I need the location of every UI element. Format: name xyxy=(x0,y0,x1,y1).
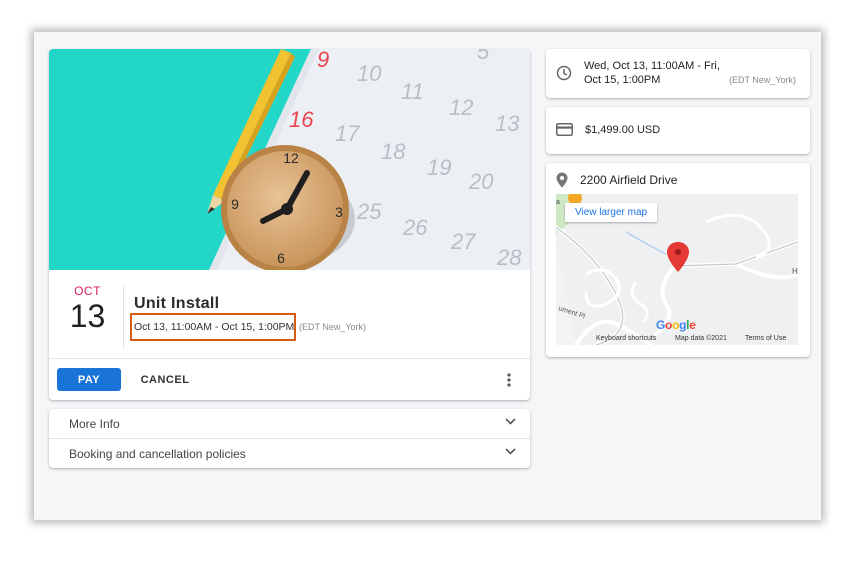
accordion-label: More Info xyxy=(69,416,120,431)
chevron-down-icon xyxy=(505,418,516,425)
accordion-booking-policies[interactable]: Booking and cancellation policies xyxy=(49,439,530,468)
event-date-badge: OCT 13 xyxy=(59,284,116,334)
event-title: Unit Install xyxy=(134,295,220,312)
app-frame: 9 10 11 12 13 5 16 17 18 19 20 25 26 27 … xyxy=(34,32,821,520)
keyboard-shortcuts-link[interactable]: Keyboard shortcuts xyxy=(596,335,656,342)
terms-of-use-link[interactable]: Terms of Use xyxy=(745,335,786,342)
calendar-number: 18 xyxy=(381,139,406,164)
accordion-more-info[interactable]: More Info xyxy=(49,409,530,438)
event-card: 9 10 11 12 13 5 16 17 18 19 20 25 26 27 … xyxy=(49,49,530,400)
clock-number: 3 xyxy=(335,204,343,220)
calendar-number: 27 xyxy=(450,229,476,254)
event-timezone: (EDT New_York) xyxy=(299,322,367,332)
calendar-number: 13 xyxy=(495,111,520,136)
time-highlight-box xyxy=(130,313,296,341)
time-line-1: Wed, Oct 13, 11:00AM - Fri, xyxy=(584,60,720,72)
calendar-number: 17 xyxy=(335,121,360,146)
cancel-button[interactable]: CANCEL xyxy=(133,368,197,391)
calendar-number: 9 xyxy=(317,49,329,72)
location-pin-icon xyxy=(556,172,568,188)
calendar-number: 25 xyxy=(356,199,382,224)
calendar-number: 5 xyxy=(477,49,490,64)
divider xyxy=(123,285,124,349)
clock-number: 9 xyxy=(231,196,239,212)
credit-card-icon xyxy=(556,123,573,136)
clock-icon xyxy=(556,65,572,81)
map-footer: Keyboard shortcuts Map data ©2021 Terms … xyxy=(556,333,798,345)
map-data-credit: Map data ©2021 xyxy=(675,335,727,342)
info-accordion: More Info Booking and cancellation polic… xyxy=(49,409,530,468)
divider xyxy=(49,358,530,359)
calendar-number: 16 xyxy=(289,107,314,132)
calendar-number: 26 xyxy=(402,215,428,240)
map-street-label: H xyxy=(792,267,798,276)
time-line-2: Oct 15, 1:00PM xyxy=(584,74,661,86)
time-timezone: (EDT New_York) xyxy=(728,75,796,85)
price-value: $1,499.00 USD xyxy=(585,124,661,136)
map-edge-label: a xyxy=(556,199,560,206)
more-vert-icon xyxy=(507,372,511,387)
calendar-number: 20 xyxy=(468,169,494,194)
google-logo-letter: G xyxy=(656,318,666,332)
map[interactable]: a ument Pl H View larger map Google Keyb… xyxy=(556,194,798,345)
calendar-number: 12 xyxy=(449,95,473,120)
clock-number: 6 xyxy=(277,250,285,266)
event-time-card: Wed, Oct 13, 11:00AM - Fri, Oct 15, 1:00… xyxy=(546,49,810,98)
accordion-label: Booking and cancellation policies xyxy=(69,446,246,461)
calendar-number: 19 xyxy=(427,155,451,180)
view-larger-map-link[interactable]: View larger map xyxy=(565,203,658,222)
price-card: $1,499.00 USD xyxy=(546,107,810,154)
address: 2200 Airfield Drive xyxy=(580,173,678,187)
google-logo: Google xyxy=(656,318,696,332)
location-card: 2200 Airfield Drive a ument Pl H View la… xyxy=(546,163,810,357)
hero-image: 9 10 11 12 13 5 16 17 18 19 20 25 26 27 … xyxy=(49,49,530,270)
more-options-button[interactable] xyxy=(499,368,519,391)
clock-number: 12 xyxy=(283,150,299,166)
calendar-number: 28 xyxy=(496,245,522,270)
chevron-down-icon xyxy=(505,448,516,455)
calendar-number: 10 xyxy=(357,61,382,86)
event-month: OCT xyxy=(74,284,101,298)
event-time-details: Wed, Oct 13, 11:00AM - Fri, Oct 15, 1:00… xyxy=(584,59,720,87)
event-day: 13 xyxy=(69,298,106,334)
calendar-number: 11 xyxy=(401,79,424,104)
google-logo-letter: e xyxy=(689,318,696,332)
pay-button[interactable]: PAY xyxy=(57,368,121,391)
